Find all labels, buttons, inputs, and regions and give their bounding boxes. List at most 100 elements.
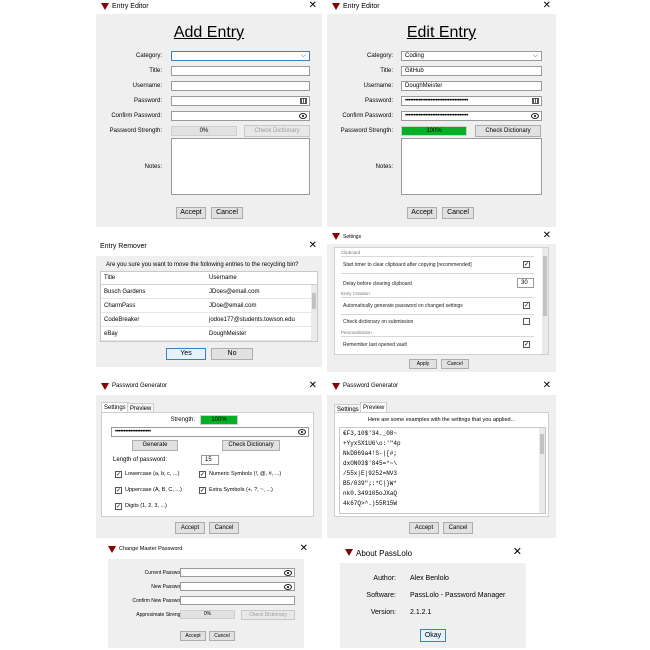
check-dictionary-button[interactable]: Check Dictionary — [222, 440, 280, 451]
example-password: €F3,10$'34._08~ — [343, 430, 398, 437]
title-field[interactable] — [171, 66, 310, 76]
accept-button[interactable]: Accept — [180, 631, 206, 641]
author-label: Author: — [373, 575, 396, 582]
example-password: NkD869a4!S-|[#; — [343, 450, 398, 457]
cancel-button[interactable]: Cancel — [442, 207, 474, 219]
eye-icon[interactable] — [284, 570, 292, 576]
author-value: Alex Benlolo — [410, 575, 449, 582]
window-title: Entry Remover — [100, 243, 147, 250]
current-password-field[interactable] — [180, 568, 295, 577]
generate-password-icon[interactable] — [532, 98, 539, 104]
notes-area[interactable] — [171, 138, 310, 195]
scrollbar-thumb[interactable] — [543, 256, 547, 316]
title-field[interactable]: GitHub — [401, 66, 542, 76]
okay-button[interactable]: Okay — [420, 629, 446, 642]
chevron-down-icon: ⌵ — [532, 52, 538, 59]
cancel-button[interactable]: Cancel — [443, 522, 473, 534]
close-icon[interactable]: ✕ — [513, 547, 522, 558]
digits-checkbox[interactable]: ✓ — [115, 503, 122, 510]
no-button[interactable]: No — [211, 348, 253, 360]
column-header[interactable]: Title — [104, 272, 115, 285]
accept-button[interactable]: Accept — [175, 522, 205, 534]
cancel-button[interactable]: Cancel — [209, 522, 239, 534]
confirm-new-password-field[interactable] — [180, 596, 295, 605]
title-bar: Settings ✕ — [327, 230, 556, 244]
cancel-button[interactable]: Cancel — [209, 631, 235, 641]
table-row[interactable]: Busch Gardens JDoes@email.com — [101, 285, 317, 299]
numeric-symbols-checkbox[interactable]: ✓ — [199, 471, 206, 478]
close-icon[interactable]: ✕ — [300, 544, 308, 554]
cancel-button[interactable]: Cancel — [441, 359, 469, 369]
confirm-password-label: Confirm Password: — [111, 113, 162, 119]
scrollbar[interactable] — [539, 428, 545, 513]
notes-area[interactable] — [401, 138, 542, 195]
scrollbar-thumb[interactable] — [312, 293, 316, 309]
username-field[interactable] — [171, 81, 310, 91]
window-title: About PassLolo — [356, 549, 413, 558]
delay-spinner[interactable]: 30 — [517, 278, 534, 288]
eye-icon[interactable] — [284, 584, 292, 590]
example-password: nk0.349105oJXaQ — [343, 490, 398, 497]
strength-text: 0% — [203, 611, 212, 617]
password-generator-settings-window: Password Generator ✕ Settings Preview St… — [96, 380, 322, 538]
confirm-password-field[interactable] — [171, 111, 310, 121]
eye-icon[interactable] — [531, 113, 539, 119]
uppercase-checkbox[interactable]: ✓ — [115, 487, 122, 494]
scrollbar[interactable] — [542, 248, 548, 354]
yes-button[interactable]: Yes — [166, 348, 206, 360]
setting-checkbox[interactable]: ✓ — [523, 302, 530, 309]
confirm-password-field[interactable]: ••••••••••••••••••••••••••••••••••••• — [401, 111, 542, 121]
check-dictionary-button[interactable]: Check Dictionary — [475, 125, 541, 137]
category-select[interactable]: ⌵ — [171, 51, 310, 61]
version-label: Version: — [370, 609, 396, 616]
close-icon[interactable]: ✕ — [543, 381, 551, 391]
table-row[interactable]: CodeBreaker jodoe177@students.towson.edu — [101, 313, 317, 327]
scrollbar[interactable] — [311, 285, 317, 341]
accept-button[interactable]: Accept — [407, 207, 437, 219]
app-logo-icon — [108, 546, 116, 553]
setting-checkbox[interactable]: ✓ — [523, 341, 530, 348]
setting-checkbox[interactable] — [523, 318, 530, 325]
accept-button[interactable]: Accept — [409, 522, 439, 534]
new-password-field[interactable] — [180, 582, 295, 591]
check-dictionary-button[interactable]: Check Dictionary — [244, 125, 310, 137]
settings-window: Settings ✕ Clipboard Start timer to clea… — [327, 230, 556, 372]
tab-panel: Here are some examples with the settings… — [334, 412, 549, 517]
length-spinner[interactable]: 15 — [201, 455, 219, 465]
close-icon[interactable]: ✕ — [309, 381, 317, 391]
cell-username: JDoes@email.com — [209, 289, 260, 295]
password-generator-preview-window: Password Generator ✕ Settings Preview He… — [327, 380, 556, 538]
eye-icon[interactable] — [298, 429, 306, 435]
table-row[interactable]: eBay DoughMeister — [101, 327, 317, 341]
eye-icon[interactable] — [299, 113, 307, 119]
accept-button[interactable]: Accept — [176, 207, 206, 219]
username-field[interactable]: DoughMeister — [401, 81, 542, 91]
cell-username: jodoe177@students.towson.edu — [209, 317, 295, 323]
dialog-body: Clipboard Start timer to clear clipboard… — [327, 244, 556, 372]
table-row[interactable]: CharmPass JDoe@email.com — [101, 299, 317, 313]
cell-title: Busch Gardens — [104, 289, 146, 295]
close-icon[interactable]: ✕ — [309, 241, 317, 251]
apply-button[interactable]: Apply — [409, 359, 437, 369]
cancel-button[interactable]: Cancel — [211, 207, 243, 219]
tab-settings[interactable]: Settings — [101, 402, 129, 412]
setting-checkbox[interactable]: ✓ — [523, 261, 530, 268]
password-field[interactable] — [171, 96, 310, 106]
generated-password-field[interactable]: ••••••••••••••••••••• — [111, 427, 309, 437]
close-icon[interactable]: ✕ — [309, 1, 317, 11]
close-icon[interactable]: ✕ — [543, 1, 551, 11]
generate-button[interactable]: Generate — [132, 440, 178, 451]
column-header[interactable]: Username — [209, 272, 237, 285]
divider — [341, 273, 534, 274]
scrollbar-thumb[interactable] — [540, 434, 544, 454]
password-field[interactable]: ••••••••••••••••••••••••••••••••••••• — [401, 96, 542, 106]
close-icon[interactable]: ✕ — [543, 231, 551, 241]
notes-label: Notes: — [375, 164, 393, 170]
category-select[interactable]: Coding ⌵ — [401, 51, 542, 61]
lowercase-checkbox[interactable]: ✓ — [115, 471, 122, 478]
generate-password-icon[interactable] — [300, 98, 307, 104]
extra-symbols-checkbox[interactable]: ✓ — [199, 487, 206, 494]
tab-preview[interactable]: Preview — [360, 402, 388, 412]
version-value: 2.1.2.1 — [410, 609, 432, 616]
check-dictionary-button[interactable]: Check Dictionary — [241, 610, 295, 620]
